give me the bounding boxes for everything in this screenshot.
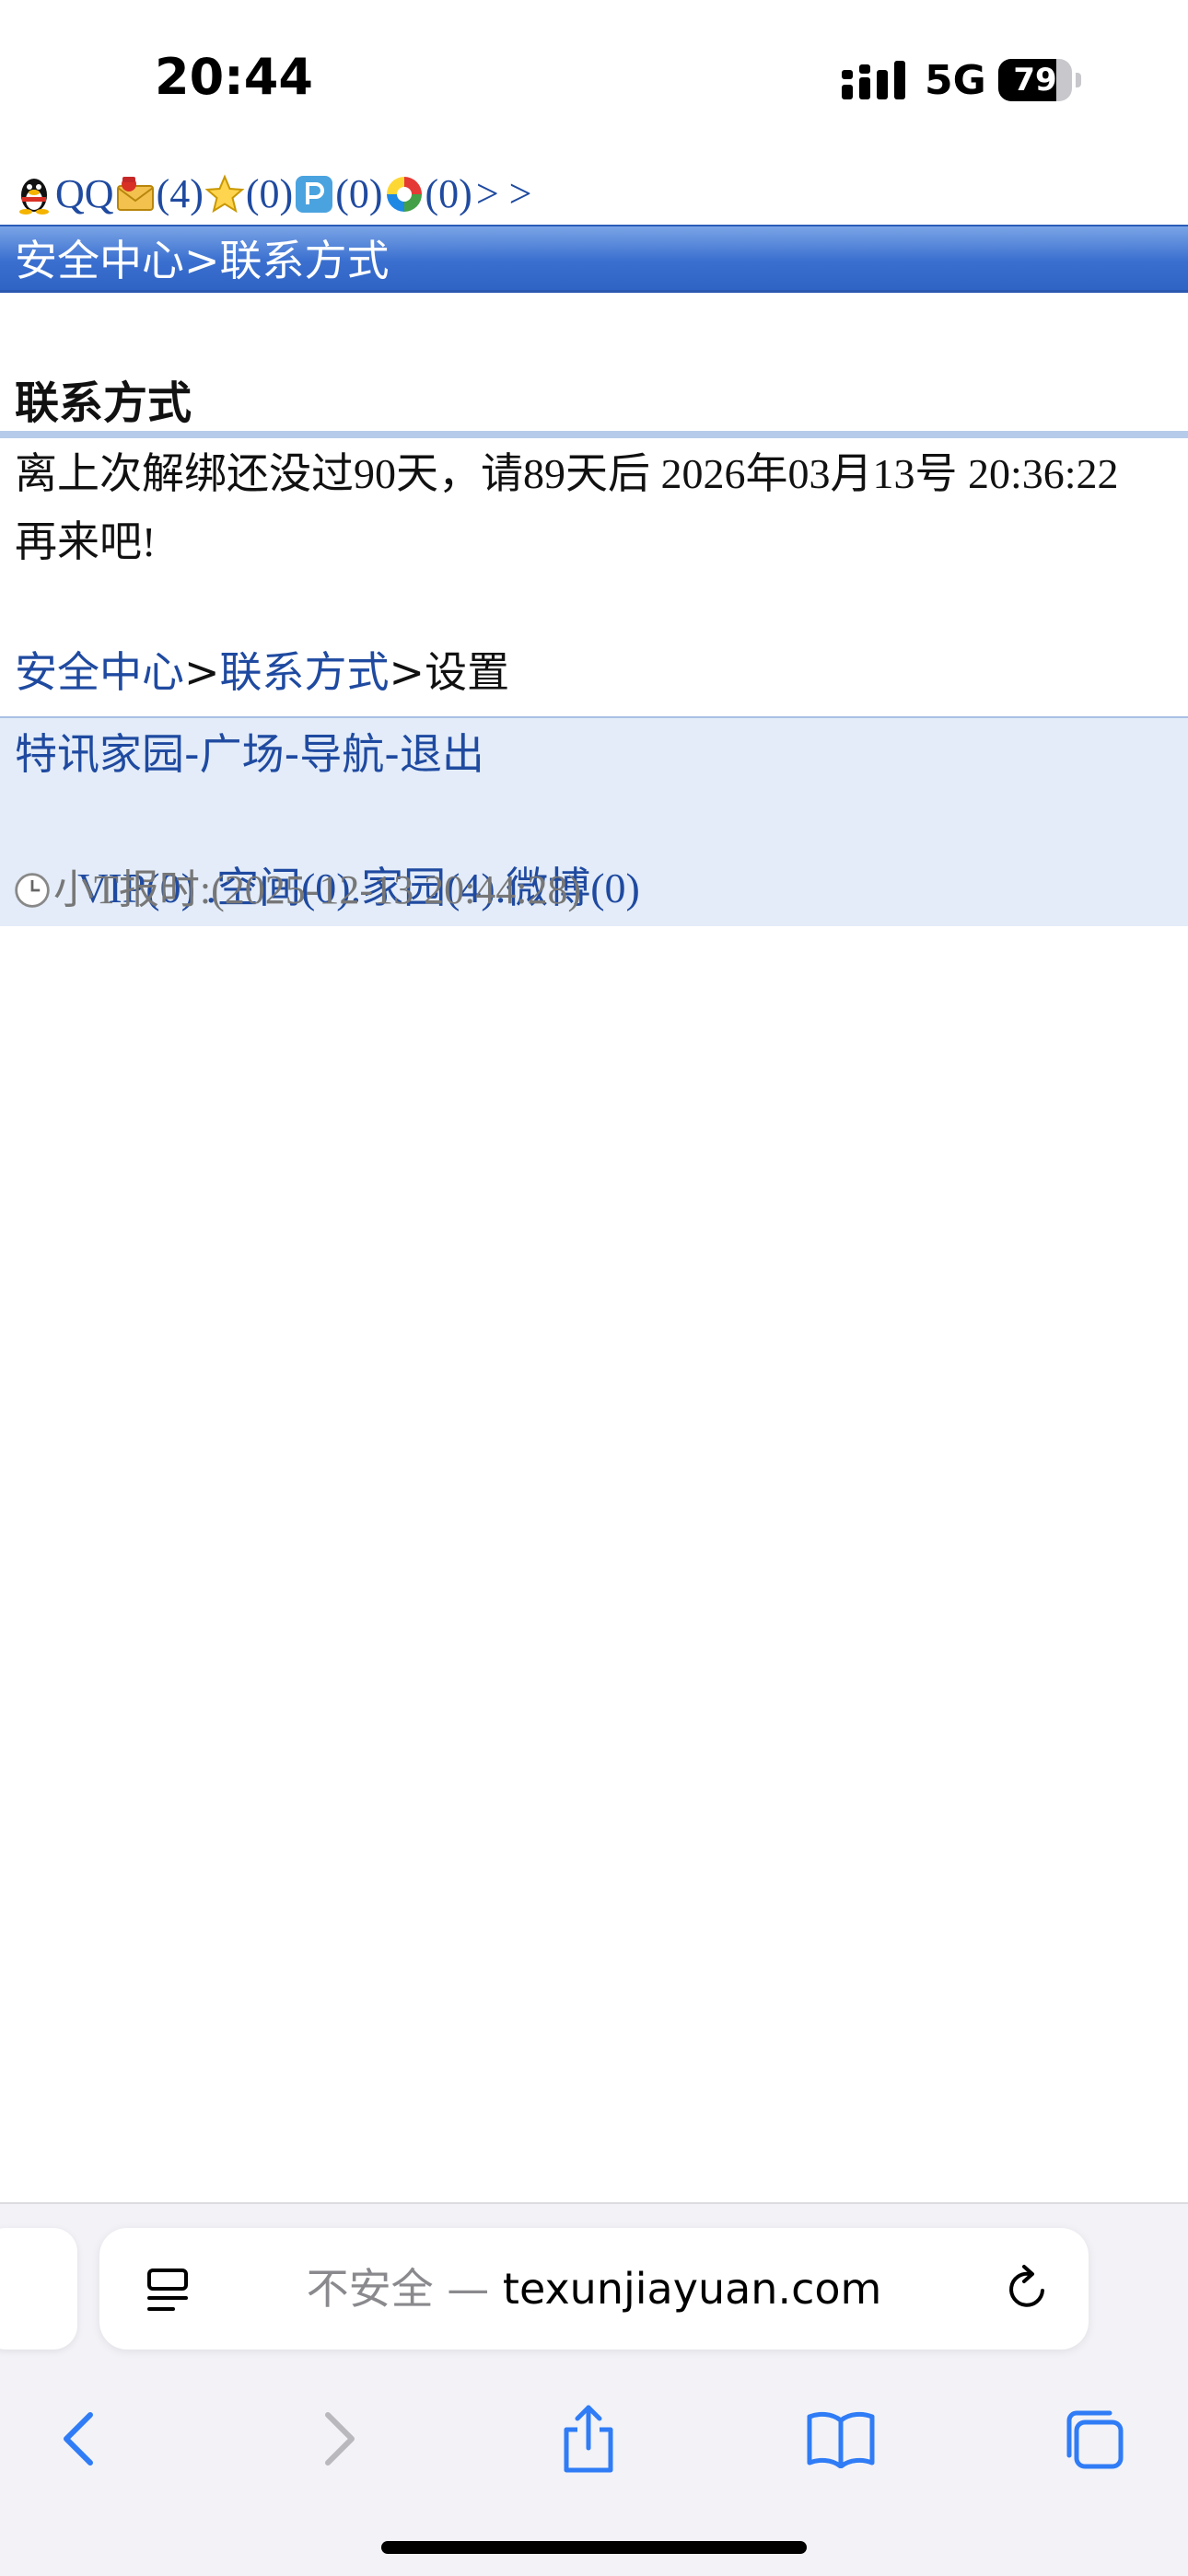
favorites-count-link[interactable]: (0) [246, 168, 293, 220]
reload-icon[interactable] [1002, 2263, 1054, 2315]
previous-tab-peek[interactable] [0, 2228, 77, 2350]
unbind-notice: 离上次解绑还没过90天，请89天后 2026年03月13号 20:36:22再来… [15, 450, 1119, 565]
book-icon [807, 2411, 875, 2468]
breadcrumb-security-center[interactable]: 安全中心 [15, 647, 184, 697]
qq-penguin-icon[interactable] [13, 173, 55, 215]
security-label: 不安全 — [306, 2264, 490, 2314]
breadcrumb-separator: > [184, 647, 220, 697]
more-link[interactable]: > > [476, 168, 532, 220]
breadcrumb-separator: > [389, 647, 425, 697]
qq-link[interactable]: QQ [55, 168, 114, 220]
time-report-value: (2025-12-13 20:44:28) [211, 867, 582, 912]
share-button[interactable] [538, 2388, 639, 2489]
address-text[interactable]: 不安全 — texunjiayuan.com [99, 2228, 1089, 2350]
mail-icon[interactable] [114, 173, 157, 215]
share-icon [564, 2405, 613, 2473]
breadcrumb: 安全中心>联系方式>设置 [15, 643, 509, 702]
breadcrumb-current: 设置 [425, 647, 510, 697]
chevron-right-icon [325, 2412, 355, 2466]
mail-count-link[interactable]: (4) [157, 168, 204, 220]
battery-icon: 79 [998, 59, 1081, 101]
time-report-label: 小T报时: [53, 867, 212, 912]
status-time: 20:44 [155, 48, 313, 106]
home-indicator [381, 2541, 807, 2554]
heading-divider [0, 431, 1188, 438]
footer-separator: - [284, 729, 300, 779]
domain-label: texunjiayuan.com [502, 2264, 882, 2314]
tabs-button[interactable] [1042, 2388, 1144, 2489]
footer-nav-links: 特讯家园-广场-导航-退出 [15, 722, 484, 786]
chevron-left-icon [64, 2412, 93, 2466]
colorful-circle-icon[interactable] [383, 173, 425, 215]
breadcrumb-contact[interactable]: 联系方式 [220, 647, 390, 697]
footer-box: 特讯家园-广场-导航-退出 VIP(0) .空间(0).家园(4).微博(0) … [0, 716, 1188, 926]
footer-nav-link[interactable]: 导航 [299, 729, 384, 779]
battery-percent: 79 [1013, 62, 1057, 99]
page-title-bar: 安全中心>联系方式 [0, 225, 1188, 293]
back-button[interactable] [29, 2388, 131, 2489]
cellular-signal-icon [842, 61, 905, 99]
footer-time-report: 小T报时: (2025-12-13 20:44:28) [13, 858, 581, 922]
footer-plaza-link[interactable]: 广场 [200, 729, 285, 779]
p-badge-icon[interactable] [293, 173, 335, 215]
status-bar: 20:44 5G 79 [0, 0, 1188, 166]
footer-separator: - [384, 729, 400, 779]
p-count-link[interactable]: (0) [335, 168, 382, 220]
network-type: 5G [925, 57, 986, 104]
footer-home-link[interactable]: 特讯家园 [15, 729, 184, 779]
circle-count-link[interactable]: (0) [425, 168, 472, 220]
clock-icon [15, 873, 50, 908]
footer-logout-link[interactable]: 退出 [400, 729, 484, 779]
forward-button[interactable] [287, 2388, 389, 2489]
browser-toolbar [0, 2388, 1188, 2508]
star-icon[interactable] [204, 173, 246, 215]
address-bar[interactable]: 不安全 — texunjiayuan.com [99, 2228, 1089, 2350]
section-heading: 联系方式 [15, 377, 192, 429]
footer-separator: - [184, 729, 200, 779]
tabs-icon [1066, 2410, 1124, 2469]
bookmarks-button[interactable] [790, 2388, 891, 2489]
browser-bottom-bar: 不安全 — texunjiayuan.com [0, 2202, 1188, 2576]
top-links-bar: QQ (4) (0) (0) (0) > > [13, 166, 531, 223]
